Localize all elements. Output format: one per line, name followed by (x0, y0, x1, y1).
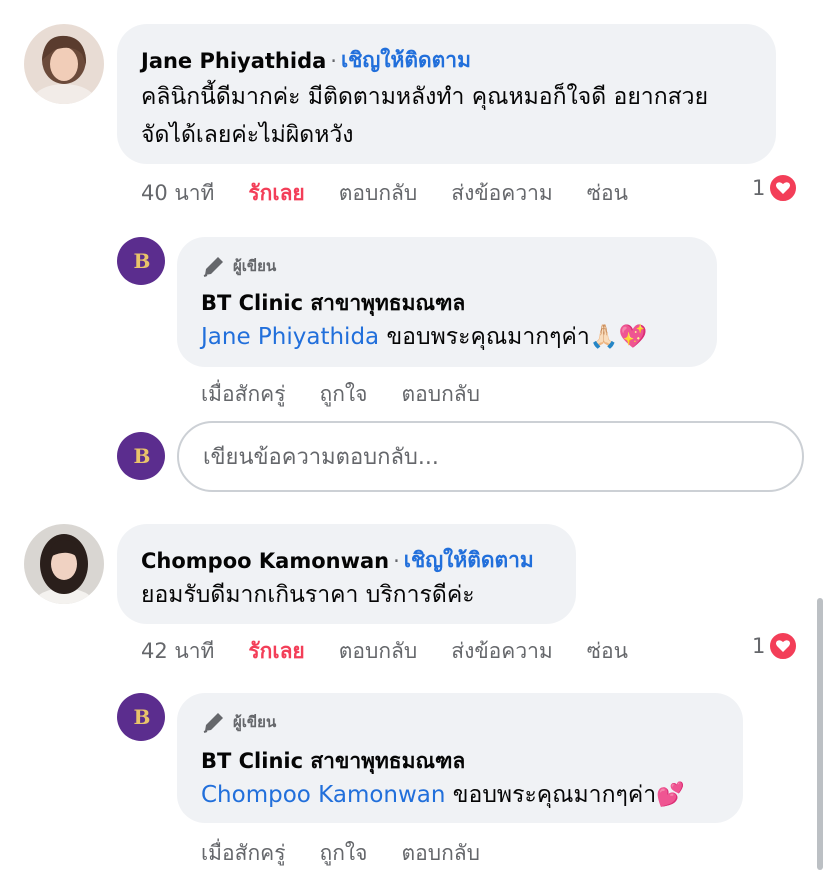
reply-input[interactable]: เขียนข้อความตอบกลับ... (177, 421, 804, 492)
like-button[interactable]: ถูกใจ (320, 837, 368, 870)
page-avatar[interactable]: B (117, 693, 165, 741)
send-message-button[interactable]: ส่งข้อความ (451, 177, 553, 210)
comment-time[interactable]: 40 นาที (141, 177, 214, 210)
comment-header: Chompoo Kamonwan · เชิญให้ติดตาม (141, 544, 534, 577)
comment-actions: 40 นาที รักเลย ตอบกลับ ส่งข้อความ ซ่อน (141, 177, 662, 210)
reply-time[interactable]: เมื่อสักครู่ (201, 378, 286, 411)
author-badge: ผู้เขียน (201, 709, 276, 735)
like-button[interactable]: ถูกใจ (320, 378, 368, 411)
reply-time[interactable]: เมื่อสักครู่ (201, 837, 286, 870)
scrollbar[interactable] (817, 598, 823, 870)
author-badge-label: ผู้เขียน (233, 257, 277, 275)
comment-text-line: จัดได้เลยค่ะไม่ผิดหวัง (141, 122, 354, 148)
comment-header: Jane Phiyathida · เชิญให้ติดตาม (141, 44, 471, 77)
comment-text: ยอมรับดีมากเกินราคา บริการดีค่ะ (141, 582, 475, 608)
heart-icon (768, 631, 799, 661)
reaction-count: 1 (752, 176, 766, 200)
reply-actions: เมื่อสักครู่ ถูกใจ ตอบกลับ (201, 378, 514, 411)
reply-bubble: ผู้เขียน BT Clinic สาขาพุทธมณฑล Chompoo … (177, 693, 743, 823)
reply-message: ขอบพระคุณมากๆค่า💕 (445, 782, 685, 808)
page-avatar[interactable]: B (117, 237, 165, 285)
reply-button[interactable]: ตอบกลับ (402, 837, 481, 870)
author-badge: ผู้เขียน (201, 253, 276, 279)
comment-author[interactable]: Chompoo Kamonwan (141, 549, 389, 573)
page-logo: B (133, 705, 151, 729)
pencil-icon (203, 257, 223, 277)
comment-text: คลินิกนี้ดีมากค่ะ มีติดตามหลังทำ คุณหมอก… (141, 78, 708, 154)
separator-dot: · (393, 548, 400, 573)
separator-dot: · (330, 48, 337, 73)
reaction-summary[interactable]: 1 (752, 631, 799, 661)
author-badge-label: ผู้เขียน (233, 713, 277, 731)
avatar-jane[interactable] (24, 24, 104, 104)
reply-message: ขอบพระคุณมากๆค่า🙏🏻💖 (379, 324, 648, 350)
reply-page-name[interactable]: BT Clinic สาขาพุทธมณฑล (201, 287, 465, 320)
reply-button[interactable]: ตอบกลับ (339, 177, 418, 210)
comment-bubble: Chompoo Kamonwan · เชิญให้ติดตาม ยอมรับด… (117, 524, 576, 624)
heart-icon (768, 173, 799, 203)
hide-button[interactable]: ซ่อน (587, 177, 628, 210)
pencil-icon (203, 713, 223, 733)
reply-input-placeholder: เขียนข้อความตอบกลับ... (203, 445, 439, 470)
invite-follow-link[interactable]: เชิญให้ติดตาม (404, 544, 534, 577)
comment-bubble: Jane Phiyathida · เชิญให้ติดตาม คลินิกนี… (117, 24, 776, 164)
reply-bubble: ผู้เขียน BT Clinic สาขาพุทธมณฑล Jane Phi… (177, 237, 717, 367)
comment-time[interactable]: 42 นาที (141, 635, 214, 668)
invite-follow-link[interactable]: เชิญให้ติดตาม (341, 44, 471, 77)
send-message-button[interactable]: ส่งข้อความ (451, 635, 553, 668)
comment-author[interactable]: Jane Phiyathida (141, 49, 326, 73)
reply-page-name[interactable]: BT Clinic สาขาพุทธมณฑล (201, 745, 465, 778)
reaction-count: 1 (752, 634, 766, 658)
comment-actions: 42 นาที รักเลย ตอบกลับ ส่งข้อความ ซ่อน (141, 635, 662, 668)
reply-button[interactable]: ตอบกลับ (402, 378, 481, 411)
reply-button[interactable]: ตอบกลับ (339, 635, 418, 668)
avatar-chompoo[interactable] (24, 524, 104, 604)
mention-link[interactable]: Jane Phiyathida (201, 324, 379, 350)
mention-link[interactable]: Chompoo Kamonwan (201, 782, 445, 808)
love-button[interactable]: รักเลย (248, 177, 304, 210)
hide-button[interactable]: ซ่อน (587, 635, 628, 668)
reply-text: Jane Phiyathida ขอบพระคุณมากๆค่า🙏🏻💖 (201, 318, 647, 356)
page-logo: B (133, 249, 151, 273)
current-user-avatar[interactable]: B (117, 432, 165, 480)
comment-text-line: คลินิกนี้ดีมากค่ะ มีติดตามหลังทำ คุณหมอก… (141, 84, 709, 110)
reply-actions: เมื่อสักครู่ ถูกใจ ตอบกลับ (201, 837, 514, 870)
page-logo: B (133, 444, 151, 468)
reaction-summary[interactable]: 1 (752, 173, 799, 203)
reply-text: Chompoo Kamonwan ขอบพระคุณมากๆค่า💕 (201, 776, 685, 814)
love-button[interactable]: รักเลย (248, 635, 304, 668)
